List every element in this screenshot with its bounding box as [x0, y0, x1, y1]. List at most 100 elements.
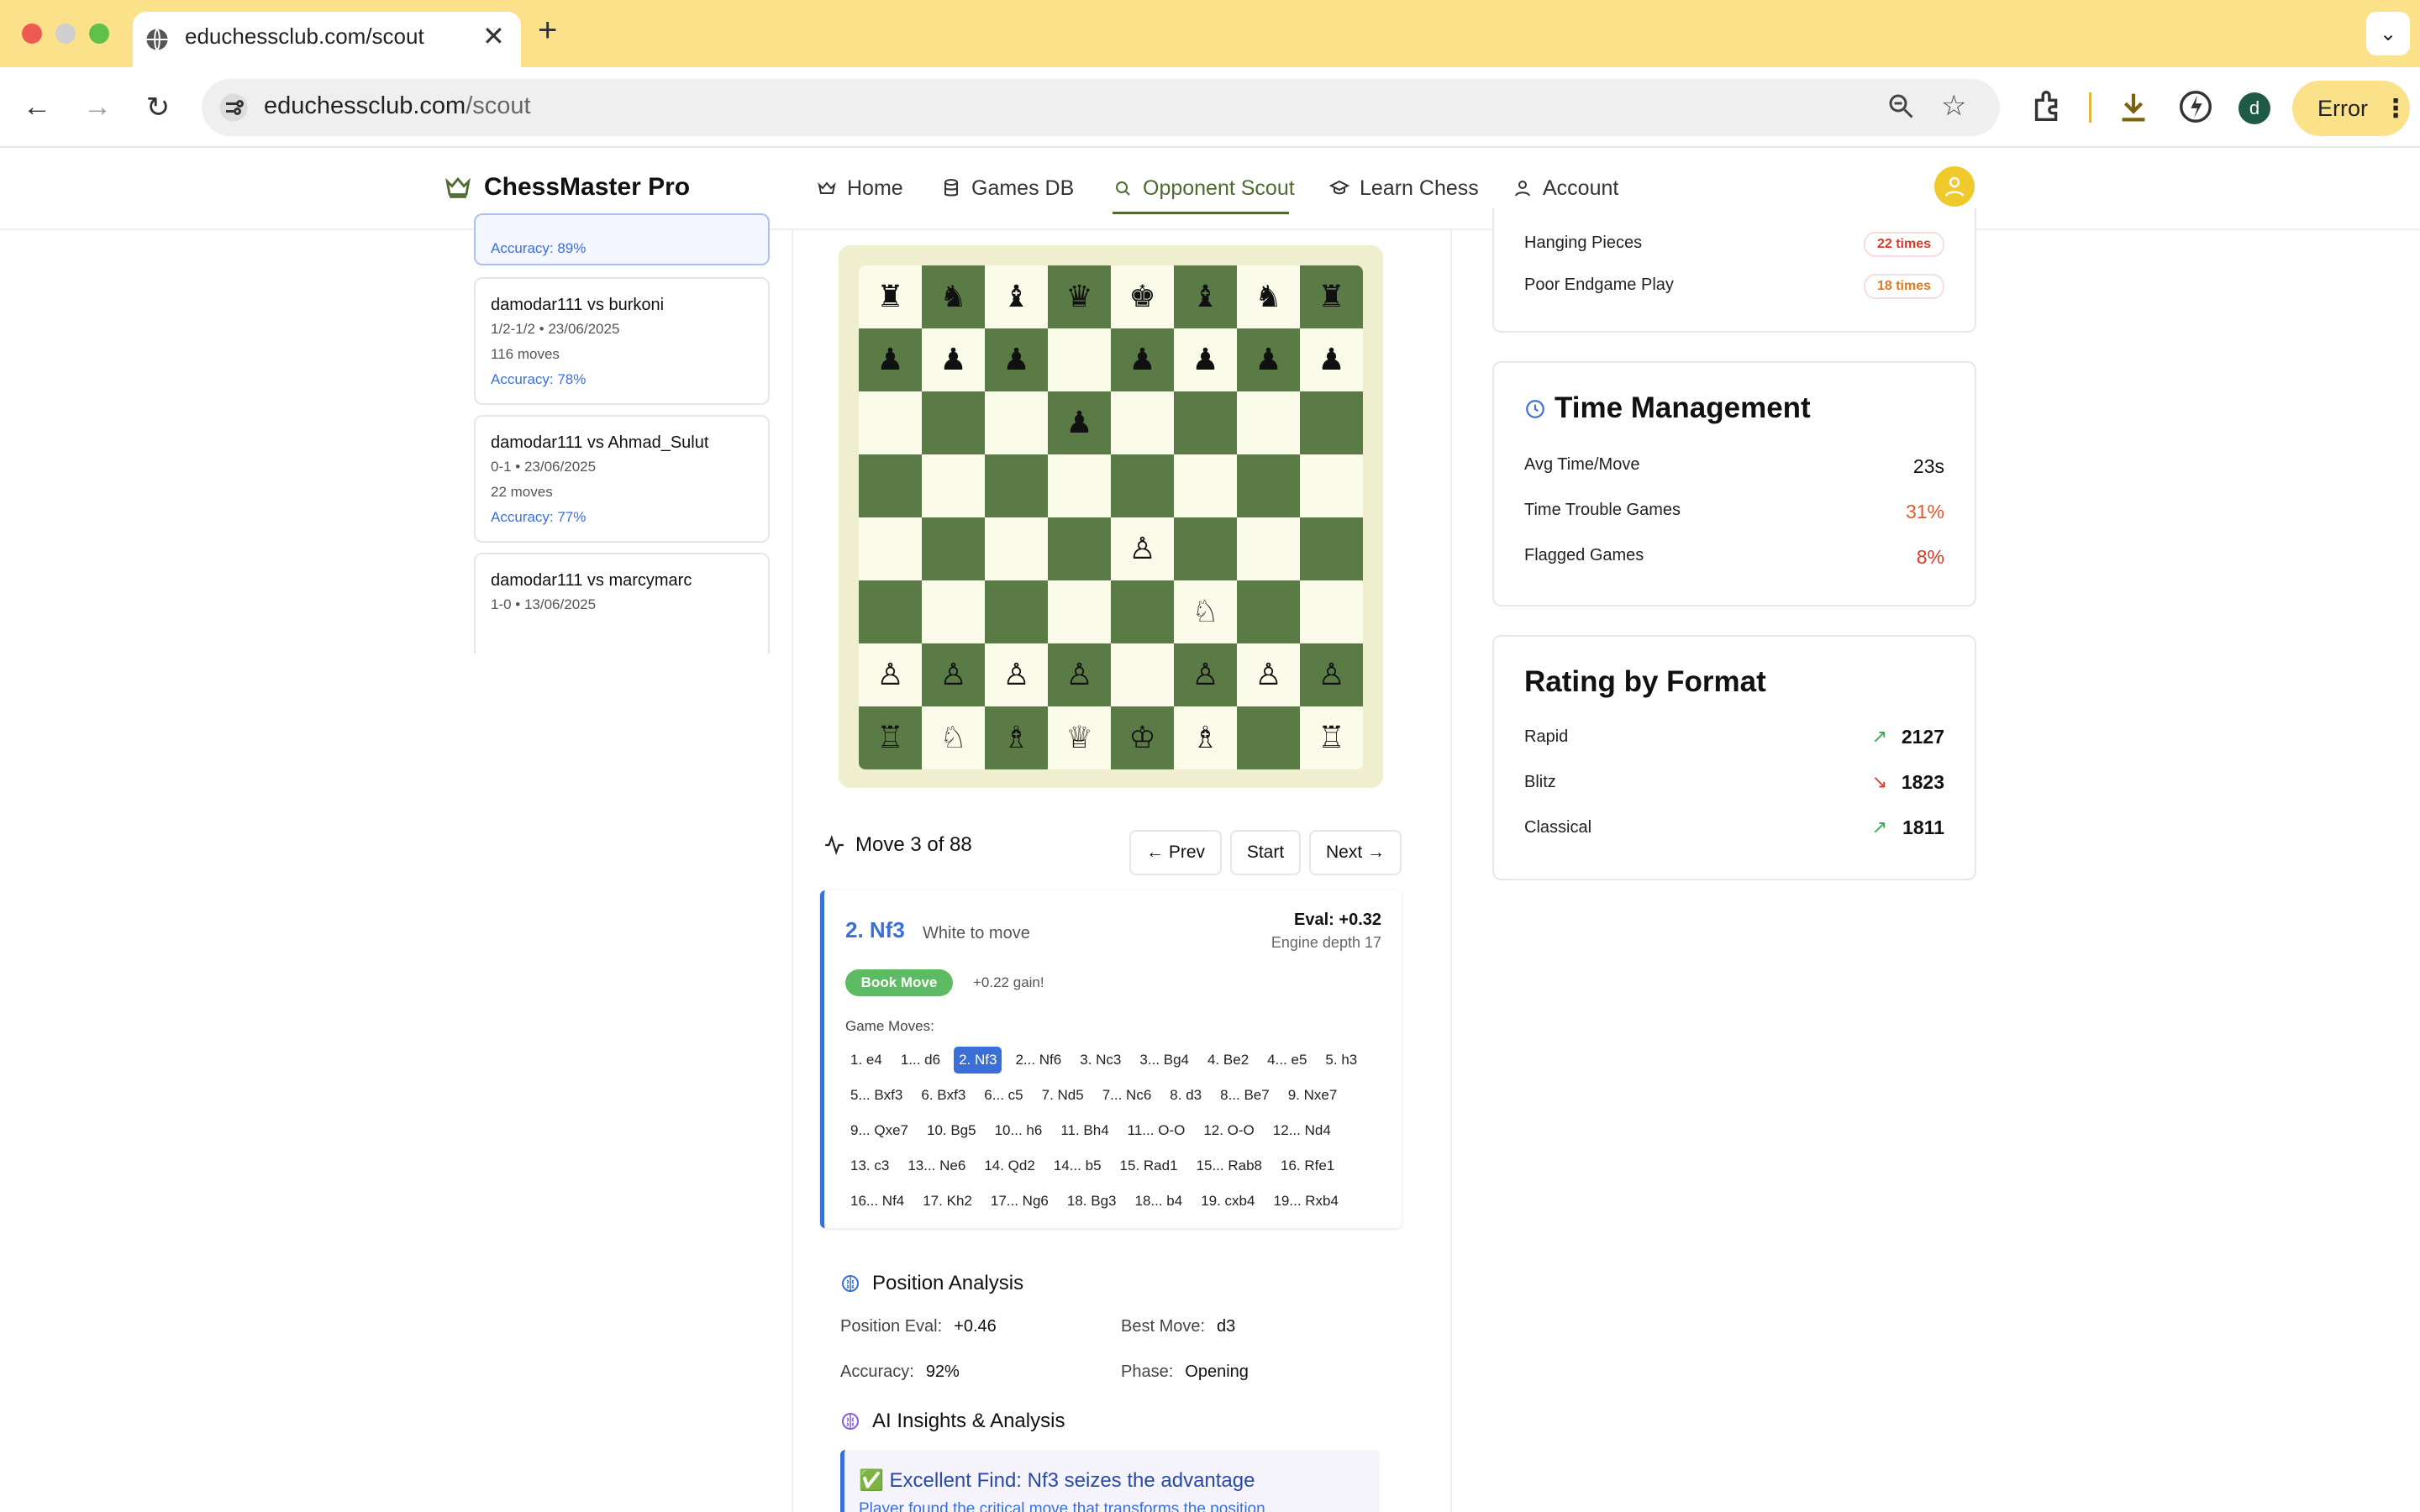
board-square[interactable]: [1300, 391, 1363, 454]
board-square[interactable]: ♙: [859, 643, 922, 706]
move-chip[interactable]: 12... Nd4: [1268, 1117, 1336, 1144]
move-chip[interactable]: 10... h6: [990, 1117, 1048, 1144]
move-chip[interactable]: 11... O-O: [1123, 1117, 1191, 1144]
move-chip[interactable]: 13... Ne6: [902, 1152, 971, 1179]
move-chip[interactable]: 2. Nf3: [954, 1047, 1002, 1074]
move-chip[interactable]: 19... Rxb4: [1268, 1188, 1344, 1215]
move-chip[interactable]: 8. d3: [1165, 1082, 1207, 1109]
nav-games-db[interactable]: Games DB: [941, 166, 1074, 210]
board-square[interactable]: ♘: [922, 706, 985, 769]
move-chip[interactable]: 18... b4: [1129, 1188, 1187, 1215]
move-chip[interactable]: 15. Rad1: [1115, 1152, 1183, 1179]
board-square[interactable]: [1111, 391, 1174, 454]
board-square[interactable]: [1174, 517, 1237, 580]
move-chip[interactable]: 19. cxb4: [1196, 1188, 1260, 1215]
board-square[interactable]: [1111, 454, 1174, 517]
board-square[interactable]: ♙: [985, 643, 1048, 706]
board-square[interactable]: ♞: [922, 265, 985, 328]
board-square[interactable]: ♟: [1300, 328, 1363, 391]
move-chip[interactable]: 5. h3: [1320, 1047, 1362, 1074]
nav-opponent-scout[interactable]: Opponent Scout: [1113, 166, 1295, 210]
board-square[interactable]: [1237, 580, 1300, 643]
download-icon[interactable]: [2114, 87, 2153, 126]
tab-search-button[interactable]: ⌄: [2366, 12, 2410, 55]
board-square[interactable]: [1111, 580, 1174, 643]
game-card[interactable]: damodar111 vs marcymarc 1-0 • 13/06/2025: [474, 553, 770, 654]
move-chip[interactable]: 10. Bg5: [922, 1117, 981, 1144]
reload-icon[interactable]: ↻: [141, 91, 175, 124]
move-chip[interactable]: 9... Qxe7: [845, 1117, 913, 1144]
move-chip[interactable]: 16. Rfe1: [1276, 1152, 1339, 1179]
board-square[interactable]: [1111, 643, 1174, 706]
board-square[interactable]: ♟: [1048, 391, 1111, 454]
board-square[interactable]: ♞: [1237, 265, 1300, 328]
move-chip[interactable]: 14. Qd2: [979, 1152, 1040, 1179]
board-square[interactable]: [985, 580, 1048, 643]
board-square[interactable]: ♘: [1174, 580, 1237, 643]
prev-move-button[interactable]: ← Prev: [1129, 830, 1222, 875]
board-square[interactable]: [1300, 580, 1363, 643]
bookmark-star-icon[interactable]: ☆: [1941, 89, 1966, 123]
move-chip[interactable]: 14... b5: [1049, 1152, 1107, 1179]
profile-avatar[interactable]: d: [2238, 92, 2270, 124]
move-chip[interactable]: 13. c3: [845, 1152, 894, 1179]
board-square[interactable]: ♙: [1237, 643, 1300, 706]
board-square[interactable]: ♖: [1300, 706, 1363, 769]
nav-home[interactable]: Home: [817, 166, 903, 210]
browser-tab[interactable]: educhessclub.com/scout ✕: [133, 12, 521, 67]
board-square[interactable]: [985, 517, 1048, 580]
board-square[interactable]: [985, 454, 1048, 517]
user-avatar[interactable]: [1934, 166, 1975, 207]
board-square[interactable]: [985, 391, 1048, 454]
move-chip[interactable]: 9. Nxe7: [1283, 1082, 1343, 1109]
move-chip[interactable]: 7. Nd5: [1037, 1082, 1089, 1109]
board-square[interactable]: ♜: [859, 265, 922, 328]
move-chip[interactable]: 11. Bh4: [1055, 1117, 1113, 1144]
board-square[interactable]: [859, 454, 922, 517]
board-square[interactable]: ♙: [1111, 517, 1174, 580]
game-card[interactable]: damodar111 vs burkoni 1/2-1/2 • 23/06/20…: [474, 277, 770, 405]
move-chip[interactable]: 4... e5: [1262, 1047, 1312, 1074]
board-square[interactable]: ♟: [1237, 328, 1300, 391]
board-square[interactable]: [859, 391, 922, 454]
address-bar[interactable]: educhessclub.com/scout ☆: [202, 79, 2000, 136]
board-square[interactable]: ♙: [922, 643, 985, 706]
board-square[interactable]: ♟: [1111, 328, 1174, 391]
move-chip[interactable]: 6. Bxf3: [916, 1082, 971, 1109]
move-chip[interactable]: 17. Kh2: [918, 1188, 977, 1215]
move-chip[interactable]: 8... Be7: [1215, 1082, 1275, 1109]
move-chip[interactable]: 15... Rab8: [1192, 1152, 1267, 1179]
move-chip[interactable]: 3... Bg4: [1134, 1047, 1194, 1074]
forward-icon[interactable]: →: [81, 91, 114, 123]
board-square[interactable]: [922, 391, 985, 454]
move-chip[interactable]: 2... Nf6: [1010, 1047, 1066, 1074]
board-square[interactable]: ♔: [1111, 706, 1174, 769]
zoom-icon[interactable]: [1886, 91, 1916, 121]
nav-learn-chess[interactable]: Learn Chess: [1329, 166, 1479, 210]
board-square[interactable]: [1237, 454, 1300, 517]
board-square[interactable]: [1237, 517, 1300, 580]
nav-account[interactable]: Account: [1512, 166, 1618, 210]
board-square[interactable]: [1174, 391, 1237, 454]
move-chip[interactable]: 18. Bg3: [1062, 1188, 1122, 1215]
chess-board[interactable]: ♜ ♞ ♝ ♛ ♚ ♝ ♞ ♜ ♟ ♟ ♟ ♟ ♟ ♟ ♟ ♟ ♙ ♘ ♙ ♙ ♙ ♙ ♙ ♙ ♙ ♖ ♘ ♗ ♕ ♔ ♗ ♖: [859, 265, 1363, 769]
board-square[interactable]: ♙: [1300, 643, 1363, 706]
maximize-window-button[interactable]: [89, 24, 109, 44]
board-square[interactable]: [1048, 517, 1111, 580]
next-move-button[interactable]: Next →: [1309, 830, 1402, 875]
site-settings-icon[interactable]: [218, 92, 249, 123]
board-square[interactable]: ♝: [985, 265, 1048, 328]
minimize-window-button[interactable]: [55, 24, 76, 44]
board-square[interactable]: [859, 517, 922, 580]
board-square[interactable]: ♜: [1300, 265, 1363, 328]
move-chip[interactable]: 12. O-O: [1198, 1117, 1259, 1144]
brand[interactable]: ChessMaster Pro: [444, 173, 690, 202]
move-chip[interactable]: 6... c5: [979, 1082, 1028, 1109]
move-chip[interactable]: 4. Be2: [1202, 1047, 1254, 1074]
board-square[interactable]: [1048, 328, 1111, 391]
start-button[interactable]: Start: [1230, 830, 1301, 875]
extensions-icon[interactable]: [2028, 87, 2067, 126]
game-card-selected[interactable]: Accuracy: 89%: [474, 213, 770, 265]
board-square[interactable]: ♟: [985, 328, 1048, 391]
board-square[interactable]: ♛: [1048, 265, 1111, 328]
